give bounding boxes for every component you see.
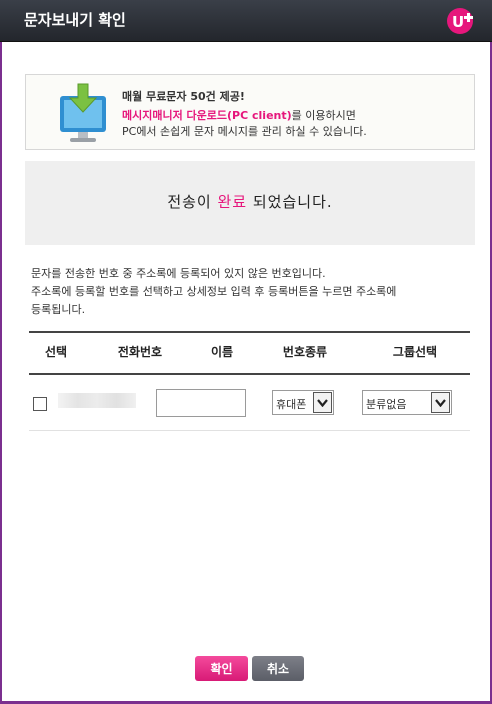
row-checkbox[interactable] (33, 397, 47, 411)
title-bar: 문자보내기 확인 U (0, 0, 492, 42)
banner-description: PC에서 손쉽게 문자 메시지를 관리 하실 수 있습니다. (122, 125, 367, 138)
header-group: 그룹선택 (392, 345, 438, 359)
group-value: 분류없음 (366, 398, 407, 411)
header-number-type: 번호종류 (282, 345, 328, 359)
message-highlight: 완료 (217, 193, 248, 211)
table-header-border (29, 373, 470, 375)
banner-line2-text: 를 이용하시면 (291, 109, 356, 122)
cancel-button[interactable]: 취소 (252, 656, 304, 681)
instruction-line-3: 등록됩니다. (31, 303, 86, 316)
name-input[interactable] (156, 389, 246, 417)
window-title: 문자보내기 확인 (24, 11, 126, 29)
download-banner[interactable]: 매월 무료문자 50건 제공! 메시지매니저 다운로드(PC client)를 … (25, 74, 475, 150)
instruction-line-2: 주소록에 등록할 번호를 선택하고 상세정보 입력 후 등록버튼을 누르면 주소… (31, 285, 397, 298)
instructions: 문자를 전송한 번호 중 주소록에 등록되어 있지 않은 번호입니다. 주소록에… (31, 265, 471, 319)
chevron-down-icon[interactable] (313, 392, 332, 413)
uplus-logo-icon: U (447, 8, 473, 34)
message-prefix: 전송이 (167, 193, 218, 211)
chevron-down-icon[interactable] (431, 392, 450, 413)
completion-message: 전송이 완료 되었습니다. (25, 191, 475, 212)
number-type-value: 휴대폰 (276, 398, 307, 411)
confirm-button[interactable]: 확인 (195, 656, 248, 681)
group-select[interactable]: 분류없음 (362, 390, 452, 415)
svg-text:U: U (452, 13, 464, 31)
monitor-download-icon (60, 83, 106, 142)
message-suffix: 되었습니다. (247, 193, 333, 211)
header-phone: 전화번호 (117, 345, 163, 359)
header-name: 이름 (210, 345, 234, 359)
phone-number-redacted (58, 393, 136, 408)
table-row-border (29, 430, 470, 431)
completion-notice: 전송이 완료 되었습니다. (25, 161, 475, 245)
number-type-select[interactable]: 휴대폰 (272, 390, 334, 415)
banner-download-line: 메시지매니저 다운로드(PC client)를 이용하시면 (122, 107, 356, 123)
download-link[interactable]: 메시지매니저 다운로드(PC client) (122, 109, 292, 122)
header-select: 선택 (44, 345, 68, 359)
banner-headline: 매월 무료문자 50건 제공! (122, 90, 245, 103)
instruction-line-1: 문자를 전송한 번호 중 주소록에 등록되어 있지 않은 번호입니다. (31, 267, 326, 280)
table-top-border (29, 331, 470, 333)
